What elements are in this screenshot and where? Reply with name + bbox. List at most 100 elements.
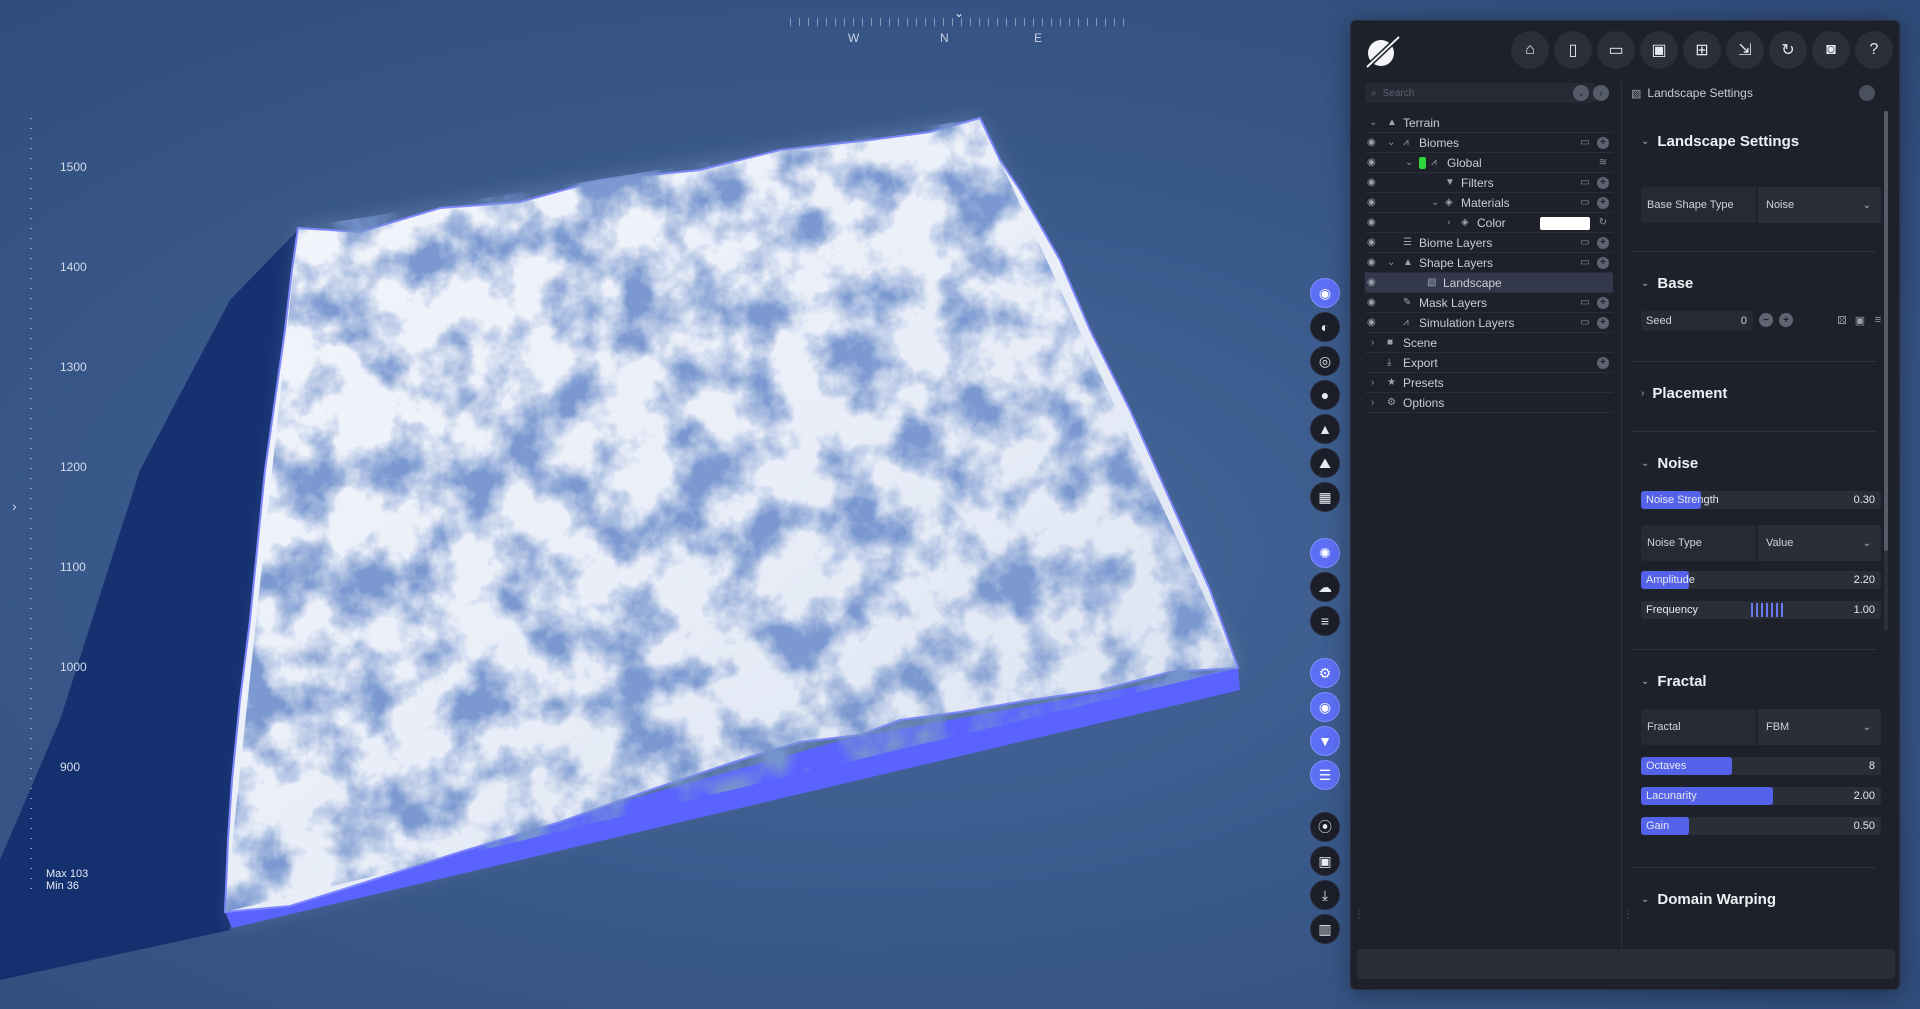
terrain-render[interactable]	[0, 0, 1350, 1009]
expand-all-icon[interactable]: ›	[1593, 85, 1609, 101]
eye-icon[interactable]: ◉	[1367, 217, 1381, 228]
save-as-icon[interactable]: ⊞	[1683, 31, 1721, 69]
cloud-icon[interactable]: ☁	[1310, 572, 1340, 602]
fog-icon[interactable]: ≡	[1310, 606, 1340, 636]
frequency-slider[interactable]: Frequency 1.00	[1641, 601, 1881, 619]
amplitude-slider[interactable]: Amplitude 2.20	[1641, 571, 1881, 589]
eye-icon[interactable]: ◉	[1367, 257, 1381, 268]
octaves-slider[interactable]: Octaves 8	[1641, 757, 1881, 775]
status-bar[interactable]	[1357, 949, 1895, 979]
tree-item-biome-layers[interactable]: ◉ ☰ Biome Layers ▭ +	[1365, 233, 1613, 253]
terrain-tool-icon[interactable]: ◉	[1310, 278, 1340, 308]
chevron-down-icon[interactable]: ⌄	[1641, 894, 1649, 905]
chevron-right-icon[interactable]: ›	[1447, 217, 1457, 228]
tree-item-color[interactable]: ◉ › ◈ Color ↻	[1365, 213, 1613, 233]
folder-icon[interactable]: ▭	[1579, 297, 1591, 309]
chevron-right-icon[interactable]: ›	[1371, 337, 1381, 348]
sphere-tool-icon[interactable]: ◐	[1310, 312, 1340, 342]
eye-icon[interactable]: ◉	[1367, 317, 1381, 328]
eye-icon[interactable]: ◉	[1367, 157, 1381, 168]
dice-icon[interactable]: ⚄	[1835, 313, 1849, 327]
add-icon[interactable]: +	[1597, 296, 1609, 309]
section-fractal[interactable]: ⌄ Fractal	[1641, 673, 1877, 690]
section-placement[interactable]: › Placement	[1641, 385, 1877, 402]
grid-icon[interactable]: ▦	[1310, 482, 1340, 512]
filter-icon[interactable]: ▼	[1310, 726, 1340, 756]
folder-icon[interactable]: ▭	[1579, 137, 1591, 149]
eye-icon[interactable]: ◉	[1367, 297, 1381, 308]
chevron-down-icon[interactable]: ⌄	[1641, 136, 1649, 147]
scrollbar-thumb[interactable]	[1884, 111, 1888, 551]
visibility-eye-icon[interactable]: ◉	[1310, 692, 1340, 722]
tree-item-options[interactable]: › ⚙ Options	[1365, 393, 1613, 413]
tree-item-filters[interactable]: ◉ ▼ Filters ▭ +	[1365, 173, 1613, 193]
layers-icon[interactable]: ☰	[1310, 760, 1340, 790]
record-icon[interactable]: ⦿	[1310, 812, 1340, 842]
resize-handle-icon[interactable]: ⋮	[1354, 910, 1364, 920]
folder-icon[interactable]: ▭	[1579, 237, 1591, 249]
stats-chart-icon[interactable]: ▥	[1310, 914, 1340, 944]
section-domain-warping[interactable]: ⌄ Domain Warping	[1641, 891, 1877, 908]
sun-icon[interactable]: ✺	[1310, 538, 1340, 568]
tree-item-biomes[interactable]: ◉ ⌄ ⩘ Biomes ▭ +	[1365, 133, 1613, 153]
folder-icon[interactable]: ▭	[1579, 197, 1591, 209]
chevron-down-icon[interactable]: ⌄	[1387, 257, 1397, 268]
noise-type-value[interactable]: Value ⌄	[1758, 525, 1881, 561]
layers-icon[interactable]: ≋	[1597, 157, 1609, 169]
folder-icon[interactable]: ▭	[1579, 177, 1591, 189]
save-icon[interactable]: ▣	[1640, 31, 1678, 69]
eye-icon[interactable]: ◉	[1367, 237, 1381, 248]
search-input[interactable]: ⌕ Search	[1365, 83, 1595, 103]
chevron-down-icon[interactable]: ⌄	[1641, 458, 1649, 469]
add-icon[interactable]: +	[1597, 196, 1609, 209]
export-icon[interactable]: ⇲	[1726, 31, 1764, 69]
chevron-down-icon[interactable]: ⌄	[1641, 676, 1649, 687]
help-icon[interactable]: ?	[1855, 31, 1893, 69]
section-base[interactable]: ⌄ Base	[1641, 275, 1877, 292]
seed-increment-icon[interactable]: +	[1779, 313, 1793, 327]
tree-item-shape-layers[interactable]: ◉ ⌄ ▲ Shape Layers ▭ +	[1365, 253, 1613, 273]
eye-icon[interactable]: ◉	[1367, 277, 1381, 288]
noise-type-select[interactable]: Noise Type Value ⌄	[1641, 525, 1881, 561]
chevron-right-icon[interactable]: ›	[1371, 377, 1381, 388]
image-icon[interactable]: ▣	[1310, 846, 1340, 876]
section-noise[interactable]: ⌄ Noise	[1641, 455, 1877, 472]
tree-item-global[interactable]: ◉ ⌄ ⩘ Global ≋	[1365, 153, 1613, 173]
chevron-down-icon[interactable]: ⌄	[1405, 157, 1415, 168]
globe-tool-icon[interactable]: ◎	[1310, 346, 1340, 376]
settings-gears-icon[interactable]: ⚙	[1310, 658, 1340, 688]
fractal-value[interactable]: FBM ⌄	[1758, 709, 1881, 745]
mountain-icon[interactable]: ▲	[1310, 414, 1340, 444]
eye-icon[interactable]: ◉	[1367, 177, 1381, 188]
settings-gear-icon[interactable]	[1859, 85, 1875, 101]
pane-divider[interactable]	[1621, 81, 1622, 951]
3d-viewport[interactable]: ⌄ W N E 1500 1400 1300 1200 1100 1000 90…	[0, 0, 1350, 1009]
noise-strength-slider[interactable]: Noise Strength 0.30	[1641, 491, 1881, 509]
add-icon[interactable]: +	[1597, 256, 1609, 269]
add-icon[interactable]: +	[1597, 136, 1609, 149]
folder-icon[interactable]: ▭	[1579, 317, 1591, 329]
refresh-icon[interactable]: ↻	[1597, 217, 1609, 229]
tree-item-landscape[interactable]: ◉ ▧ Landscape	[1365, 273, 1613, 293]
base-shape-type-value[interactable]: Noise ⌄	[1758, 187, 1881, 223]
chevron-down-icon[interactable]: ⌄	[1387, 137, 1397, 148]
section-landscape-settings[interactable]: ⌄ Landscape Settings	[1641, 133, 1877, 150]
seed-decrement-icon[interactable]: −	[1759, 313, 1773, 327]
water-drop-icon[interactable]: ●	[1310, 380, 1340, 410]
tree-item-export[interactable]: ⤓ Export +	[1365, 353, 1613, 373]
fractal-select[interactable]: Fractal FBM ⌄	[1641, 709, 1881, 745]
add-icon[interactable]: +	[1597, 176, 1609, 189]
chevron-down-icon[interactable]: ⌄	[1641, 278, 1649, 289]
download-icon[interactable]: ⤓	[1310, 880, 1340, 910]
chevron-down-icon[interactable]: ⌄	[1431, 197, 1441, 208]
tree-item-scene[interactable]: › ■ Scene	[1365, 333, 1613, 353]
chevron-right-icon[interactable]: ›	[1371, 397, 1381, 408]
home-icon[interactable]: ⌂	[1511, 31, 1549, 69]
eye-icon[interactable]: ◉	[1367, 137, 1381, 148]
folder-icon[interactable]: ▭	[1579, 257, 1591, 269]
camera-icon[interactable]: ◙	[1812, 31, 1850, 69]
eye-icon[interactable]: ◉	[1367, 197, 1381, 208]
landscape-icon[interactable]: ⛰	[1310, 448, 1340, 478]
lacunarity-slider[interactable]: Lacunarity 2.00	[1641, 787, 1881, 805]
tree-item-materials[interactable]: ◉ ⌄ ◈ Materials ▭ +	[1365, 193, 1613, 213]
